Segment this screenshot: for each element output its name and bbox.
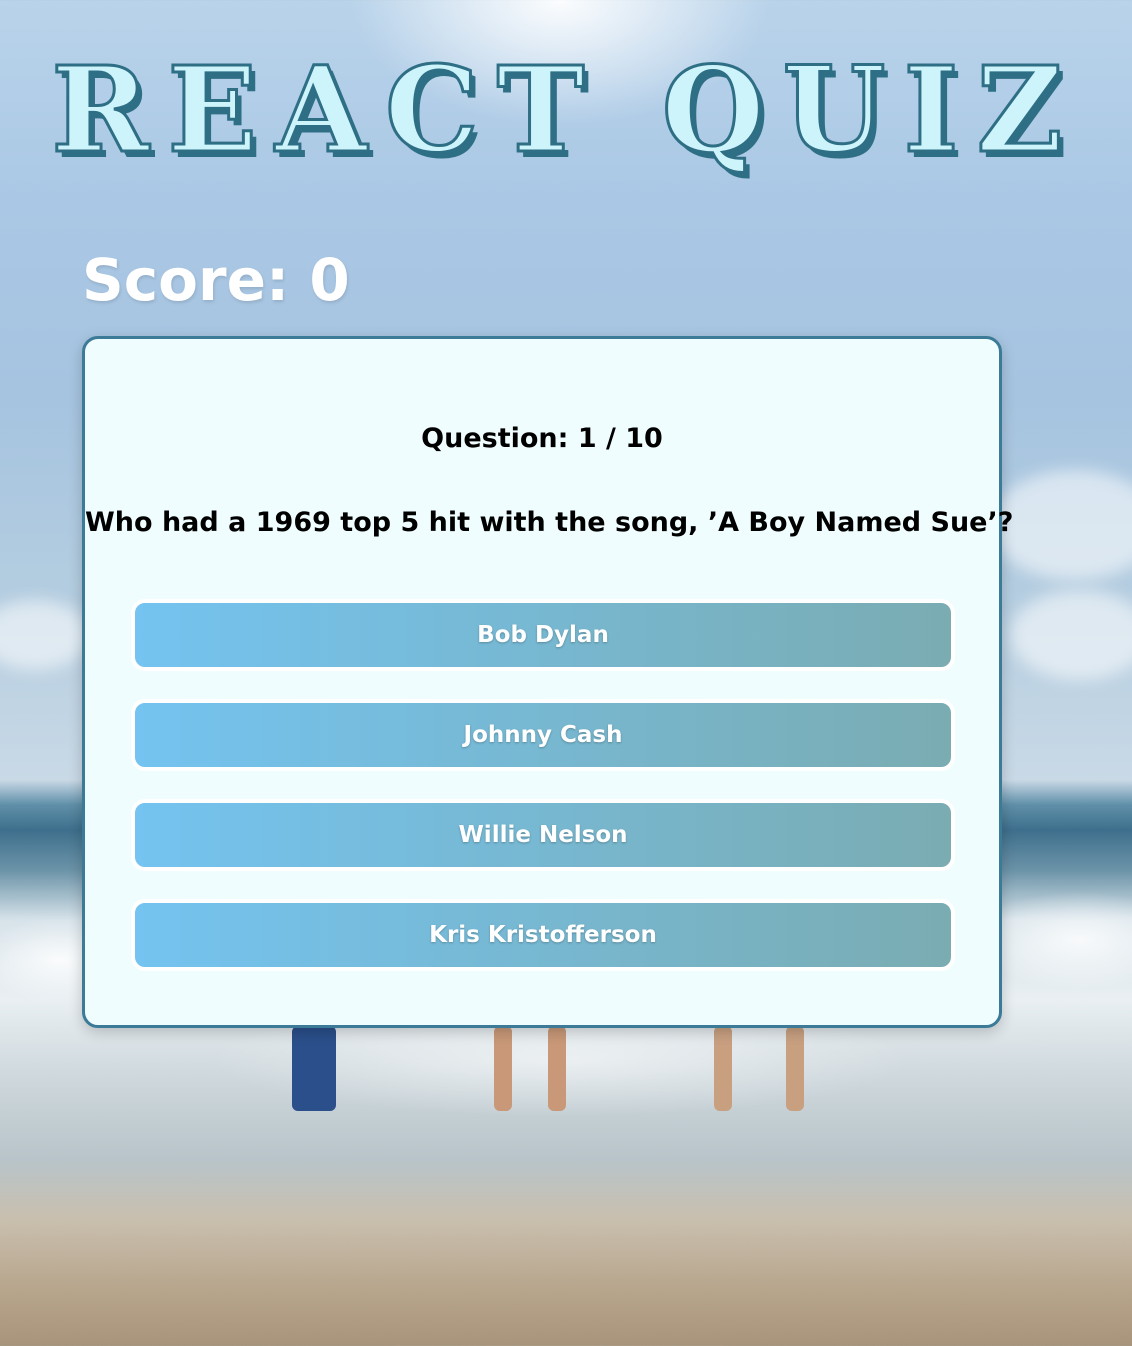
answer-button-bob-dylan[interactable]: Bob Dylan	[131, 599, 955, 671]
background-figure	[786, 1026, 804, 1111]
background-figure	[548, 1026, 566, 1111]
background-figure	[494, 1026, 512, 1111]
background-cloud	[1010, 590, 1132, 680]
score-display: Score: 0	[82, 246, 350, 314]
answer-button-kris-kristofferson[interactable]: Kris Kristofferson	[131, 899, 955, 971]
background-figure	[714, 1026, 732, 1111]
question-counter: Question: 1 / 10	[421, 423, 663, 454]
answer-button-willie-nelson[interactable]: Willie Nelson	[131, 799, 955, 871]
question-card: Question: 1 / 10 Who had a 1969 top 5 hi…	[82, 336, 1014, 1028]
app-title: REACT QUIZ	[50, 39, 1081, 181]
question-text: Who had a 1969 top 5 hit with the song, …	[85, 507, 1014, 538]
answer-button-johnny-cash[interactable]: Johnny Cash	[131, 699, 955, 771]
background-cloud	[0, 600, 90, 670]
background-figure	[292, 1026, 336, 1111]
